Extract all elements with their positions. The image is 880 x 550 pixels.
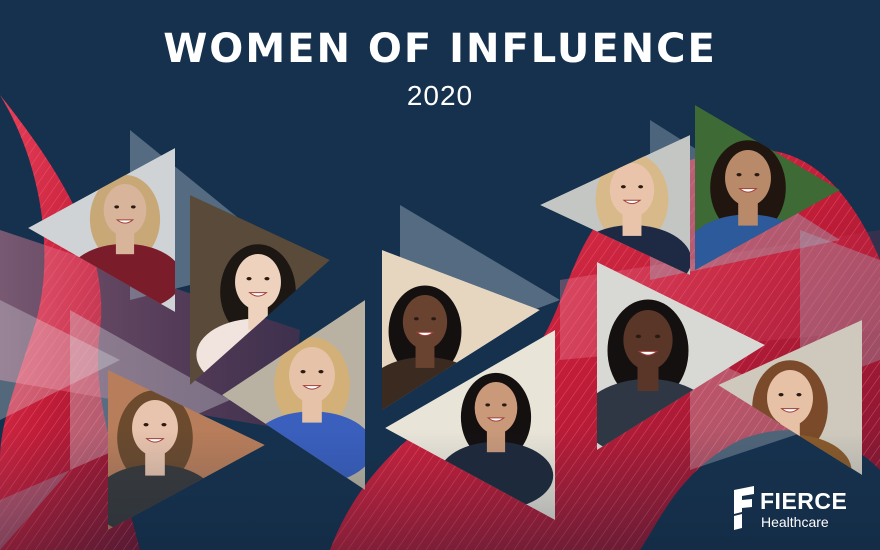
- brand-subtitle: Healthcare: [761, 514, 829, 530]
- fierce-healthcare-logo: FIERCE Healthcare: [730, 484, 870, 534]
- brand-name: FIERCE: [760, 488, 848, 514]
- fierce-logo-mark-icon: [734, 486, 754, 530]
- banner-title: WOMEN OF INFLUENCE: [163, 26, 717, 72]
- women-of-influence-banner: WOMEN OF INFLUENCE 2020 FIERCE Healthcar…: [0, 0, 880, 550]
- banner-year: 2020: [406, 80, 474, 111]
